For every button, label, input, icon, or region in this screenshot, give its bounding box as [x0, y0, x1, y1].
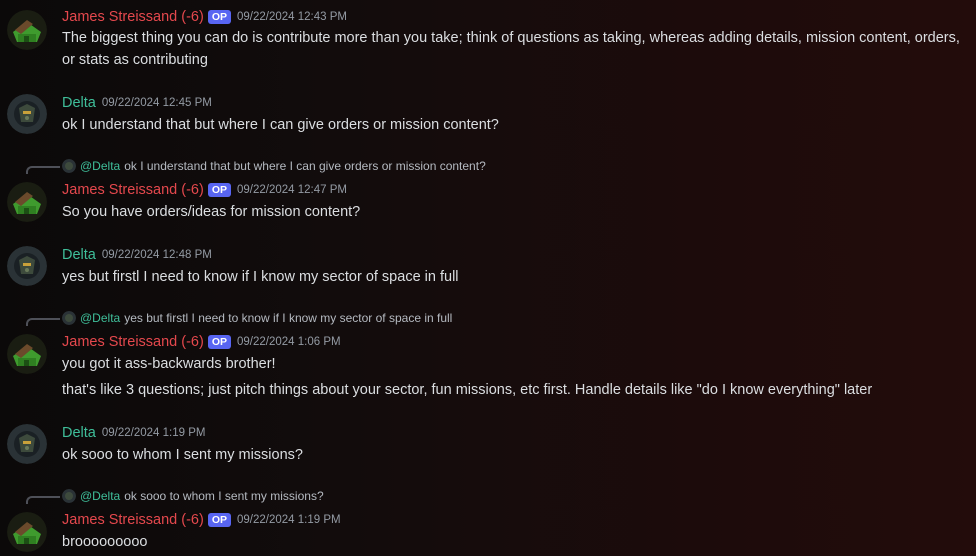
message-header: Delta 09/22/2024 1:19 PM [62, 424, 205, 442]
message-content: brooooooooo [62, 534, 148, 550]
author-name[interactable]: James Streissand (-6) [62, 512, 204, 528]
reply-text: yes but firstl I need to know if I know … [124, 311, 453, 325]
message-header: James Streissand (-6) OP 09/22/2024 1:19… [62, 511, 341, 529]
timestamp[interactable]: 09/22/2024 1:06 PM [237, 336, 341, 348]
author-name[interactable]: James Streissand (-6) [62, 182, 204, 198]
timestamp[interactable]: 09/22/2024 12:43 PM [237, 11, 347, 23]
message-content: yes but firstl I need to know if I know … [62, 269, 459, 285]
op-badge: OP [207, 10, 231, 24]
reply-spine [26, 166, 60, 174]
mech-avatar-icon [7, 424, 47, 464]
reply-mention[interactable]: @Delta [80, 489, 120, 503]
reply-avatar [62, 159, 76, 173]
reply-text: ok sooo to whom I sent my missions? [124, 489, 324, 503]
house-avatar-icon [7, 512, 47, 552]
reply-avatar [62, 489, 76, 503]
avatar-james[interactable] [7, 334, 47, 374]
timestamp[interactable]: 09/22/2024 1:19 PM [102, 427, 206, 439]
author-name[interactable]: Delta [62, 247, 96, 263]
reply-preview[interactable]: @Delta yes but firstl I need to know if … [26, 310, 452, 326]
op-badge: OP [207, 335, 231, 349]
op-badge: OP [207, 513, 231, 527]
reply-avatar [62, 311, 76, 325]
avatar-james[interactable] [7, 512, 47, 552]
message-content: So you have orders/ideas for mission con… [62, 204, 361, 220]
chat-message-list: James Streissand (-6) OP 09/22/2024 12:4… [0, 0, 976, 556]
message-header: James Streissand (-6) OP 09/22/2024 12:4… [62, 8, 347, 26]
message-content: you got it ass-backwards brother! [62, 356, 276, 372]
author-name[interactable]: Delta [62, 95, 96, 111]
avatar-james[interactable] [7, 182, 47, 222]
author-name[interactable]: James Streissand (-6) [62, 334, 204, 350]
reply-preview[interactable]: @Delta ok sooo to whom I sent my mission… [26, 488, 324, 504]
reply-mention[interactable]: @Delta [80, 311, 120, 325]
message-content: ok sooo to whom I sent my missions? [62, 447, 303, 463]
message-content: The biggest thing you can do is contribu… [62, 30, 960, 68]
author-name[interactable]: Delta [62, 425, 96, 441]
message-header: Delta 09/22/2024 12:48 PM [62, 246, 212, 264]
reply-spine [26, 318, 60, 326]
house-avatar-icon [7, 182, 47, 222]
avatar-delta[interactable] [7, 246, 47, 286]
mech-avatar-icon [7, 94, 47, 134]
timestamp[interactable]: 09/22/2024 1:19 PM [237, 514, 341, 526]
house-avatar-icon [7, 334, 47, 374]
message-header: James Streissand (-6) OP 09/22/2024 1:06… [62, 333, 341, 351]
avatar-delta[interactable] [7, 94, 47, 134]
timestamp[interactable]: 09/22/2024 12:45 PM [102, 97, 212, 109]
house-avatar-icon [7, 10, 47, 50]
message-content: ok I understand that but where I can giv… [62, 117, 499, 133]
mech-avatar-icon [7, 246, 47, 286]
author-name[interactable]: James Streissand (-6) [62, 9, 204, 25]
reply-preview[interactable]: @Delta ok I understand that but where I … [26, 158, 486, 174]
avatar-delta[interactable] [7, 424, 47, 464]
message-header: Delta 09/22/2024 12:45 PM [62, 94, 212, 112]
reply-text: ok I understand that but where I can giv… [124, 159, 486, 173]
timestamp[interactable]: 09/22/2024 12:48 PM [102, 249, 212, 261]
timestamp[interactable]: 09/22/2024 12:47 PM [237, 184, 347, 196]
reply-mention[interactable]: @Delta [80, 159, 120, 173]
reply-spine [26, 496, 60, 504]
message-content: that's like 3 questions; just pitch thin… [62, 382, 873, 398]
avatar-james[interactable] [7, 10, 47, 50]
op-badge: OP [207, 183, 231, 197]
message-header: James Streissand (-6) OP 09/22/2024 12:4… [62, 181, 347, 199]
